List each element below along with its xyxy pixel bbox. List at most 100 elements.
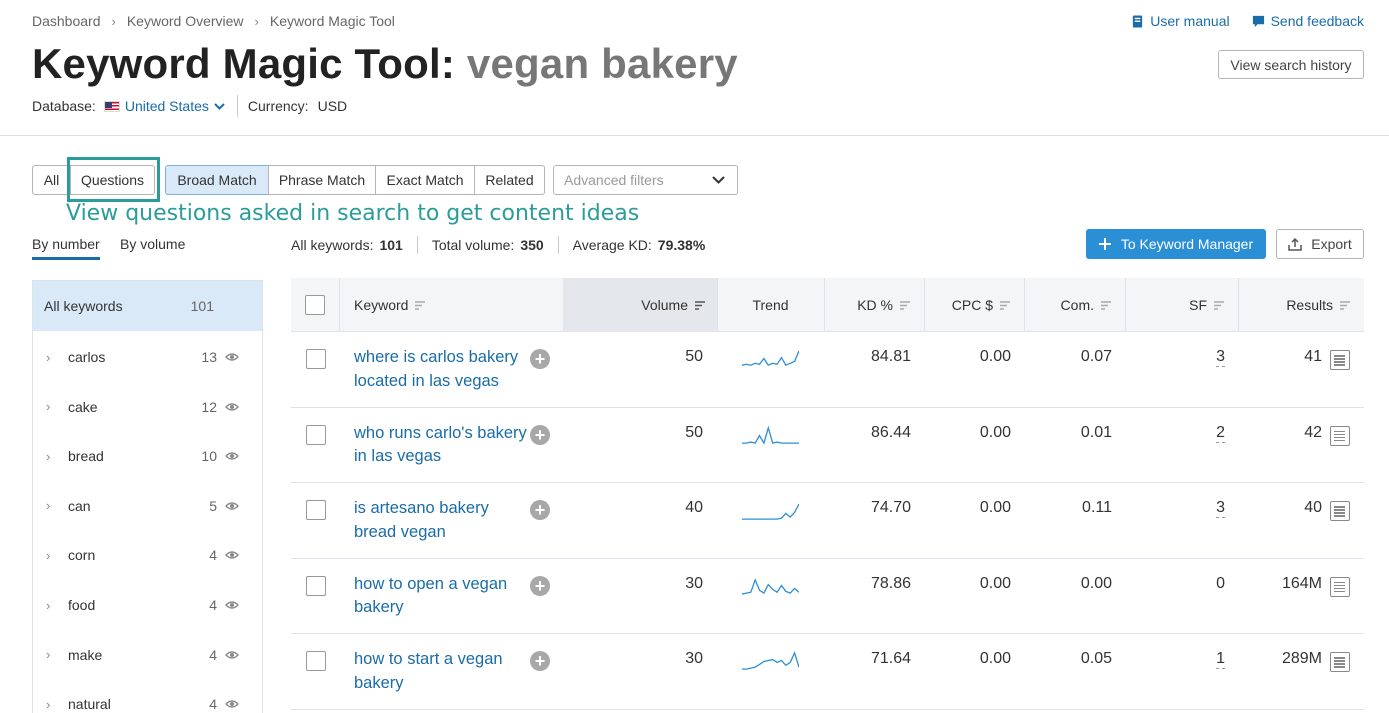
table-row: who runs carlo's bakery in las vegas +50 8… (291, 408, 1364, 483)
related-button[interactable]: Related (474, 165, 545, 195)
divider (416, 236, 418, 254)
serp-document-icon[interactable] (1330, 501, 1350, 521)
chevron-right-icon[interactable]: › (46, 697, 57, 712)
chevron-right-icon[interactable]: › (46, 647, 57, 662)
row-checkbox[interactable] (306, 424, 326, 445)
sidebar-item[interactable]: › cake 12 (33, 397, 262, 417)
serp-document-icon[interactable] (1330, 652, 1350, 672)
broad-match-button[interactable]: Broad Match (165, 165, 268, 195)
eye-icon[interactable] (225, 699, 239, 709)
chevron-right-icon[interactable]: › (46, 449, 57, 464)
chevron-right-icon[interactable]: › (46, 598, 57, 613)
eye-icon[interactable] (225, 402, 239, 412)
header-keyword[interactable]: Keyword (354, 278, 554, 332)
sidebar-item-label: carlos (68, 349, 106, 365)
serp-document-icon[interactable] (1330, 576, 1350, 597)
serp-features-cell[interactable]: 3 (1216, 348, 1225, 367)
keyword-link[interactable]: how to start a vegan bakery (354, 648, 529, 695)
divider (236, 95, 238, 117)
eye-icon[interactable] (225, 451, 239, 461)
database-label: Database: (32, 98, 96, 114)
breadcrumb-dashboard[interactable]: Dashboard (32, 13, 101, 29)
eye-icon[interactable] (225, 550, 239, 560)
sidebar-item-count: 5 (209, 497, 217, 514)
keyword-groups-sidebar: All keywords 101 › carlos 13 › cake 12 › bread 1… (32, 280, 263, 713)
kd-cell: 86.44 (870, 423, 911, 441)
volume-cell: 50 (685, 348, 703, 365)
average-kd-label: Average KD: (572, 237, 652, 253)
add-keyword-icon[interactable]: + (530, 575, 550, 596)
serp-features-cell[interactable]: 2 (1216, 424, 1225, 443)
phrase-match-button[interactable]: Phrase Match (268, 165, 375, 195)
keyword-link[interactable]: who runs carlo's bakery in las vegas (354, 422, 529, 469)
cpc-cell: 0.00 (979, 499, 1011, 516)
header-cpc[interactable]: CPC $ (924, 278, 1024, 332)
header-results[interactable]: Results (1238, 278, 1364, 332)
total-volume-label: Total volume: (431, 237, 515, 253)
sidebar-item[interactable]: › bread 10 (33, 446, 262, 466)
keyword-link[interactable]: is artesano bakery bread vegan (354, 497, 529, 544)
serp-document-icon[interactable] (1330, 425, 1350, 446)
row-checkbox[interactable] (306, 651, 326, 671)
header-kd[interactable]: KD % (824, 278, 924, 332)
tab-by-number[interactable]: By number (32, 236, 100, 260)
breadcrumb-keyword-overview[interactable]: Keyword Overview (127, 13, 244, 29)
to-keyword-manager-button[interactable]: To Keyword Manager (1086, 229, 1266, 259)
keywords-table: Keyword Volume Trend KD % CPC $ Com. SF (291, 278, 1364, 710)
chevron-right-icon[interactable]: › (46, 350, 57, 365)
average-kd-value: 79.38% (657, 237, 706, 253)
chevron-right-icon[interactable]: › (46, 399, 57, 414)
row-checkbox[interactable] (306, 349, 326, 369)
total-volume-value: 350 (520, 237, 544, 253)
sidebar-item[interactable]: › natural 4 (33, 694, 262, 713)
eye-icon[interactable] (225, 501, 239, 511)
kd-cell: 78.86 (870, 574, 911, 592)
add-keyword-icon[interactable]: + (530, 651, 550, 671)
view-search-history-button[interactable]: View search history (1218, 50, 1364, 79)
trend-line (742, 577, 799, 595)
sidebar-item[interactable]: › make 4 (33, 645, 262, 665)
chevron-right-icon[interactable]: › (46, 548, 57, 563)
advanced-filters-dropdown[interactable]: Advanced filters (553, 165, 738, 195)
row-checkbox[interactable] (306, 500, 326, 520)
volume-cell: 30 (685, 650, 703, 667)
com-cell: 0.11 (1082, 499, 1112, 516)
sidebar-item[interactable]: › can 5 (33, 496, 262, 516)
filter-all-button[interactable]: All (32, 165, 70, 195)
chevron-down-icon (214, 102, 225, 110)
keyword-link[interactable]: how to open a vegan bakery (354, 573, 529, 620)
sidebar-item[interactable]: › food 4 (33, 595, 262, 615)
database-selector[interactable]: United States (125, 98, 225, 114)
serp-features-cell[interactable]: 3 (1216, 499, 1225, 518)
eye-icon[interactable] (225, 352, 239, 362)
sidebar-item[interactable]: › corn 4 (33, 545, 262, 565)
header-com[interactable]: Com. (1024, 278, 1125, 332)
serp-document-icon[interactable] (1330, 350, 1350, 370)
tab-by-volume[interactable]: By volume (120, 236, 185, 252)
book-icon (1133, 14, 1143, 28)
us-flag-icon (103, 100, 120, 112)
exact-match-button[interactable]: Exact Match (375, 165, 474, 195)
database-value: United States (124, 98, 209, 114)
add-keyword-icon[interactable]: + (530, 424, 550, 445)
serp-features-cell[interactable]: 1 (1216, 650, 1225, 669)
eye-icon[interactable] (225, 650, 239, 660)
keyword-link[interactable]: where is carlos bakery located in las ve… (354, 346, 529, 393)
add-keyword-icon[interactable]: + (530, 349, 550, 369)
eye-icon[interactable] (225, 600, 239, 610)
sidebar-item-all-keywords[interactable]: All keywords 101 (33, 281, 262, 331)
chevron-right-icon[interactable]: › (46, 498, 57, 513)
user-manual-link[interactable]: User manual (1131, 13, 1230, 29)
sidebar-item-label: make (68, 646, 103, 663)
select-all-checkbox[interactable] (305, 295, 325, 315)
header-volume[interactable]: Volume (563, 278, 717, 332)
cpc-cell: 0.00 (979, 423, 1011, 441)
header-sf[interactable]: SF (1125, 278, 1238, 332)
sort-icon (900, 300, 910, 310)
trend-sparkline (742, 350, 799, 367)
send-feedback-link[interactable]: Send feedback (1252, 13, 1364, 29)
sidebar-item[interactable]: › carlos 13 (33, 347, 262, 367)
row-checkbox[interactable] (306, 575, 326, 596)
export-button[interactable]: Export (1276, 229, 1364, 259)
add-keyword-icon[interactable]: + (530, 500, 550, 520)
